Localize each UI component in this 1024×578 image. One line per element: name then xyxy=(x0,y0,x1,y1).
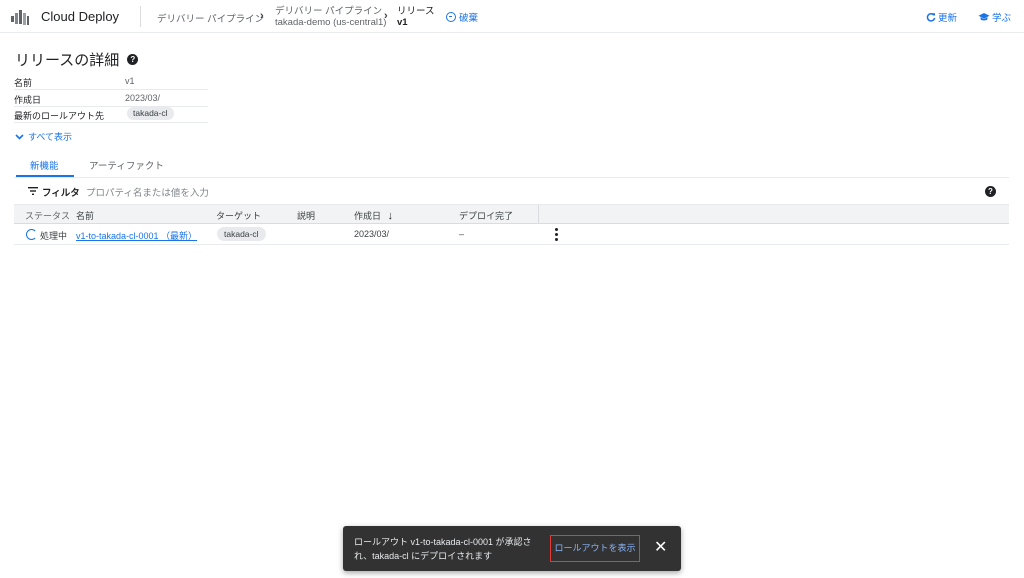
target-chip[interactable]: takada-cl xyxy=(217,227,266,241)
tab-artifacts[interactable]: アーティファクト xyxy=(89,158,164,172)
sort-arrow-down-icon[interactable]: ↓ xyxy=(388,210,394,222)
filter-label[interactable]: フィルタ xyxy=(42,185,80,199)
snackbar-message: ロールアウト v1-to-takada-cl-0001 が承認され、takada… xyxy=(354,537,532,561)
refresh-icon xyxy=(926,12,936,22)
detail-value: v1 xyxy=(125,76,135,86)
column-created[interactable]: 作成日 ↓ xyxy=(354,209,393,222)
column-description[interactable]: 説明 xyxy=(297,209,315,222)
discard-label: 破棄 xyxy=(459,13,479,24)
top-bar: Cloud Deploy デリバリー パイプライン › デリバリー パイプライン… xyxy=(0,0,1024,33)
chevron-down-icon xyxy=(15,133,24,140)
header-divider xyxy=(140,6,141,27)
breadcrumb-pipeline-name[interactable]: takada-demo (us-central1) xyxy=(275,17,386,28)
school-icon xyxy=(978,13,990,21)
column-status[interactable]: ステータス xyxy=(25,209,70,222)
column-target[interactable]: ターゲット xyxy=(216,209,261,222)
tab-new-features[interactable]: 新機能 xyxy=(30,158,59,172)
page-title: リリースの詳細 ? xyxy=(15,49,139,70)
breadcrumb-pipeline-type: デリバリー パイプライン xyxy=(275,6,383,17)
filter-input[interactable]: プロパティ名または値を入力 xyxy=(86,185,209,199)
help-icon[interactable]: ? xyxy=(127,54,139,65)
filter-bar: フィルタ プロパティ名または値を入力 ? xyxy=(14,178,1009,205)
detail-key: 名前 xyxy=(14,78,33,88)
breadcrumb-pipelines[interactable]: デリバリー パイプライン xyxy=(157,11,264,25)
detail-key: 最新のロールアウト先 xyxy=(14,111,105,121)
view-rollout-button[interactable]: ロールアウトを表示 xyxy=(550,535,640,562)
row-status: 処理中 xyxy=(40,231,68,241)
rollout-link[interactable]: v1-to-takada-cl-0001 （最新） xyxy=(76,229,197,242)
column-created-label: 作成日 xyxy=(354,211,382,221)
detail-value: 2023/03/ xyxy=(125,93,161,103)
discard-button[interactable]: 破棄 xyxy=(446,10,478,24)
chevron-right-icon: › xyxy=(260,10,264,22)
row-deploy-complete: – xyxy=(459,229,465,239)
cloud-deploy-logo-icon[interactable] xyxy=(10,7,30,27)
more-vert-icon[interactable] xyxy=(555,228,558,241)
column-divider xyxy=(538,205,539,224)
help-icon[interactable]: ? xyxy=(985,186,996,197)
detail-row-name: 名前 v1 xyxy=(14,73,208,90)
table-header: ステータス 名前 ターゲット 説明 作成日 ↓ デプロイ完了 xyxy=(14,205,1009,224)
show-all-button[interactable]: すべて表示 xyxy=(15,130,72,143)
close-icon[interactable]: ✕ xyxy=(654,538,667,558)
target-chip[interactable]: takada-cl xyxy=(127,107,174,120)
breadcrumb-release-type: リリース xyxy=(397,6,435,17)
tab-bar: 新機能 アーティファクト xyxy=(14,153,1009,178)
chevron-right-icon: › xyxy=(384,10,388,22)
row-created: 2023/03/ xyxy=(354,229,390,239)
page-title-text: リリースの詳細 xyxy=(15,52,120,69)
processing-spinner-icon xyxy=(26,229,37,240)
learn-label: 学ぶ xyxy=(992,13,1012,24)
column-deploy-complete[interactable]: デプロイ完了 xyxy=(459,209,513,222)
table-row: 処理中 v1-to-takada-cl-0001 （最新） takada-cl … xyxy=(14,224,1009,245)
breadcrumb-release-name: v1 xyxy=(397,17,408,28)
product-name[interactable]: Cloud Deploy xyxy=(41,9,119,24)
filter-icon xyxy=(28,187,38,195)
active-tab-indicator xyxy=(16,175,74,177)
detail-row-created: 作成日 2023/03/ xyxy=(14,90,208,107)
detail-key: 作成日 xyxy=(14,95,42,105)
refresh-button[interactable]: 更新 xyxy=(926,10,957,24)
refresh-label: 更新 xyxy=(938,13,958,24)
remove-circle-icon xyxy=(446,12,456,22)
column-name[interactable]: 名前 xyxy=(76,209,94,222)
snackbar: ロールアウト v1-to-takada-cl-0001 が承認され、takada… xyxy=(343,526,681,571)
learn-button[interactable]: 学ぶ xyxy=(978,10,1011,24)
show-all-label: すべて表示 xyxy=(28,132,73,142)
detail-row-latest-rollout: 最新のロールアウト先 takada-cl xyxy=(14,106,208,123)
